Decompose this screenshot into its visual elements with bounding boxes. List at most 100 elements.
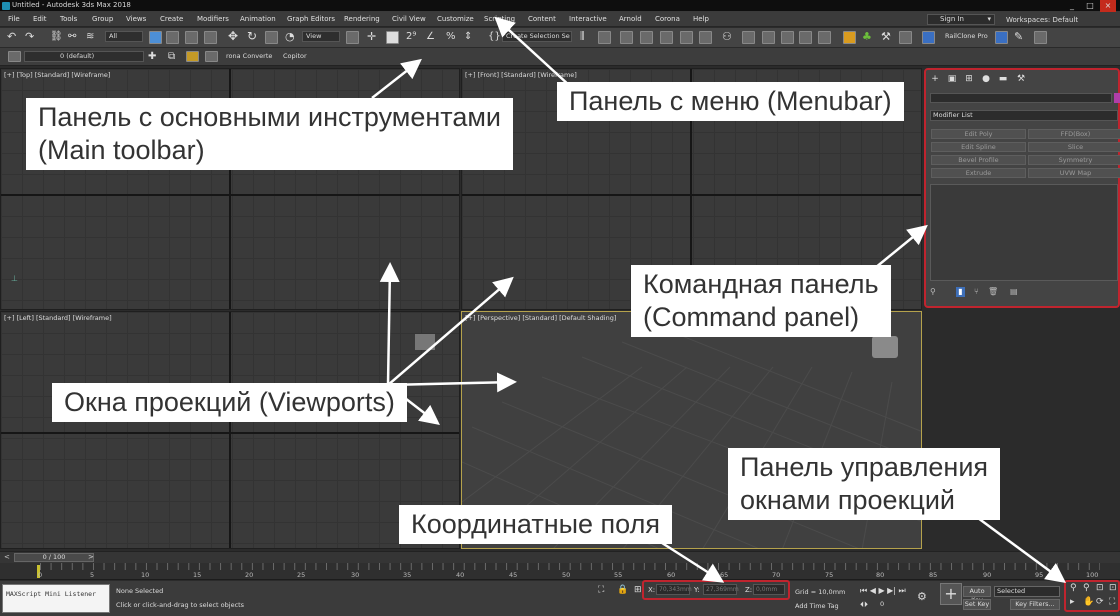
menu-file[interactable]: File (8, 15, 20, 23)
workspaces-selector[interactable]: Workspaces: Default (1006, 16, 1078, 24)
schematic-view-icon[interactable] (699, 31, 712, 44)
unlink-icon[interactable]: ⚯ (68, 31, 76, 42)
absolute-mode-icon[interactable]: ⊞ (634, 585, 642, 595)
reference-coord-dropdown[interactable]: View (302, 31, 340, 42)
viewcube-icon[interactable] (415, 334, 435, 350)
ffd-box-button[interactable]: FFD(Box) (1028, 129, 1120, 139)
layer-stack-icon[interactable]: ⧉ (168, 51, 175, 62)
viewport-top-label[interactable]: [+] [Top] [Standard] [Wireframe] (4, 71, 110, 79)
tree-icon[interactable]: ♣ (862, 31, 872, 42)
modifier-list-dropdown[interactable]: Modifier List (930, 110, 1118, 121)
rendered-frame-window-icon[interactable] (762, 31, 775, 44)
selection-lock-icon[interactable]: 🔒 (617, 585, 628, 595)
menu-arnold[interactable]: Arnold (619, 15, 642, 23)
modify-tab-icon[interactable]: ▣ (947, 74, 957, 84)
material-editor-icon[interactable]: ⚇ (722, 31, 732, 42)
placement-icon[interactable]: ◔ (285, 31, 295, 42)
railclone-label[interactable]: RailClone Pro (945, 31, 988, 42)
rotate-icon[interactable]: ↻ (247, 30, 257, 42)
set-key-button[interactable]: Set Key (963, 599, 991, 610)
maxscript-listener[interactable]: MAXScript Mini Listener (2, 584, 110, 613)
pan-view-icon[interactable]: ✋ (1083, 597, 1094, 607)
menu-corona[interactable]: Corona (655, 15, 680, 23)
menu-group[interactable]: Group (92, 15, 113, 23)
redo-icon[interactable]: ↷ (25, 31, 34, 42)
edit-poly-button[interactable]: Edit Poly (931, 129, 1026, 139)
close-button[interactable]: × (1100, 0, 1116, 12)
menu-tools[interactable]: Tools (60, 15, 77, 23)
maximize-viewport-icon[interactable]: ⛶ (1109, 597, 1115, 607)
symmetry-button[interactable]: Symmetry (1028, 155, 1120, 165)
grid-tool-icon[interactable] (899, 31, 912, 44)
copitor-button[interactable]: Copitor (283, 51, 307, 62)
display-tab-icon[interactable]: ▬ (998, 74, 1008, 84)
forest-pack-icon[interactable] (843, 31, 856, 44)
slider-next-icon[interactable]: > (88, 553, 94, 561)
playback-controls[interactable]: ⏮ ◀ ▶ ▶| ⏭ (860, 586, 906, 596)
layer-manager-icon[interactable] (8, 51, 21, 62)
minimize-button[interactable]: _ (1064, 0, 1080, 12)
menu-customize[interactable]: Customize (437, 15, 474, 23)
field-of-view-icon[interactable]: ▸ (1070, 597, 1075, 607)
viewcube-icon[interactable] (872, 336, 898, 358)
named-selection-set-dropdown[interactable]: Create Selection Se (502, 31, 572, 42)
render-production-icon[interactable] (781, 31, 794, 44)
utilities-tab-icon[interactable]: ⚒ (1016, 74, 1026, 84)
scale-icon[interactable] (265, 31, 278, 44)
pivot-point-icon[interactable] (346, 31, 359, 44)
hierarchy-tab-icon[interactable]: ⊞ (964, 74, 974, 84)
bevel-profile-button[interactable]: Bevel Profile (931, 155, 1026, 165)
add-time-tag[interactable]: Add Time Tag (795, 602, 839, 610)
keyboard-shortcut-icon[interactable] (386, 31, 399, 44)
menu-edit[interactable]: Edit (33, 15, 47, 23)
extrude-button[interactable]: Extrude (931, 168, 1026, 178)
x-coord-field[interactable]: 70,343mm (656, 584, 692, 595)
zoom-icon[interactable]: ⚲ (1070, 583, 1077, 593)
mirror-icon[interactable]: ⫼ (580, 31, 585, 42)
render-setup-icon[interactable] (742, 31, 755, 44)
menu-graph-editors[interactable]: Graph Editors (287, 15, 335, 23)
time-config-icon[interactable]: ⚙ (917, 590, 927, 603)
object-name-field[interactable] (930, 93, 1112, 103)
slice-button[interactable]: Slice (1028, 142, 1120, 152)
select-by-name-icon[interactable] (166, 31, 179, 44)
motion-tab-icon[interactable]: ● (981, 74, 991, 84)
menu-scripting[interactable]: Scripting (484, 15, 515, 23)
tool-icon[interactable]: ⚒ (881, 31, 891, 42)
create-layer-icon[interactable]: ✚ (148, 51, 156, 62)
uvw-map-button[interactable]: UVW Map (1028, 168, 1120, 178)
select-object-icon[interactable] (149, 31, 162, 44)
wrench-icon[interactable]: ✎ (1014, 31, 1023, 42)
menu-views[interactable]: Views (126, 15, 146, 23)
add-keys-icon[interactable]: + (940, 583, 962, 605)
modifier-stack[interactable] (930, 184, 1118, 281)
edit-spline-button[interactable]: Edit Spline (931, 142, 1026, 152)
menu-animation[interactable]: Animation (240, 15, 276, 23)
time-slider[interactable]: 0 / 100 (14, 553, 94, 562)
select-in-layer-icon[interactable] (205, 51, 218, 62)
y-coord-field[interactable]: 27,369mm (703, 584, 739, 595)
slider-prev-icon[interactable]: < (4, 553, 10, 561)
edit-named-selection-icon[interactable]: {} (488, 31, 501, 42)
snaps-toggle-icon[interactable]: 2⁹ (406, 31, 416, 42)
key-mode-icon[interactable]: ⏴⏵ (860, 600, 868, 610)
remove-modifier-icon[interactable]: 🗑 (988, 287, 998, 297)
menu-content[interactable]: Content (528, 15, 556, 23)
toggle-layer-explorer-icon[interactable] (640, 31, 653, 44)
move-icon[interactable]: ✥ (228, 30, 238, 42)
isolate-selection-icon[interactable]: ⛶ (598, 585, 604, 595)
create-tab-icon[interactable]: + (930, 74, 940, 84)
toggle-scene-explorer-icon[interactable] (620, 31, 633, 44)
zoom-extents-all-icon[interactable]: ⊡ (1109, 583, 1117, 593)
render-iterative-icon[interactable] (799, 31, 812, 44)
menu-help[interactable]: Help (693, 15, 709, 23)
window-crossing-icon[interactable] (204, 31, 217, 44)
add-to-layer-icon[interactable] (186, 51, 199, 62)
corona-converter-button[interactable]: rona Converte (226, 51, 272, 62)
layer-dropdown[interactable]: 0 (default) (24, 51, 144, 62)
angle-snap-icon[interactable]: ∠ (426, 31, 435, 42)
spinner-snap-icon[interactable]: ⇕ (464, 31, 472, 42)
configure-sets-icon[interactable]: ▤ (1010, 287, 1019, 297)
menu-interactive[interactable]: Interactive (569, 15, 607, 23)
auto-key-button[interactable]: Auto Key (963, 586, 991, 604)
